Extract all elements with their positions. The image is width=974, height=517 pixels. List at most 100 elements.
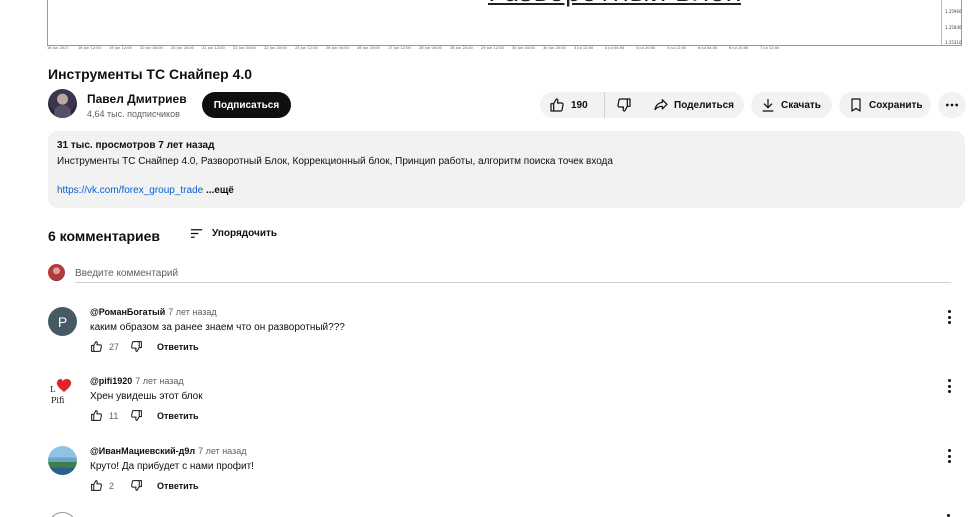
commenter-avatar[interactable] bbox=[48, 512, 77, 517]
time-tick: 4 Jul 04:00 bbox=[605, 46, 625, 50]
comment-item: @ИванМациевский-д9л 7 лет назад Круто! Да… bbox=[48, 446, 958, 508]
commenter-avatar[interactable] bbox=[48, 446, 77, 475]
comment-time[interactable]: 7 лет назад bbox=[198, 446, 246, 456]
save-button[interactable]: Сохранить bbox=[839, 92, 931, 118]
price-tick: 1.25310 bbox=[945, 40, 962, 45]
comment-text: каким образом за ранее знаем что он разв… bbox=[90, 322, 345, 333]
comment-author[interactable]: @РоманБогатый bbox=[90, 307, 165, 317]
comment-author-line: @ИванМациевский-д9л 7 лет назад bbox=[90, 446, 246, 456]
channel-name[interactable]: Павел Дмитриев bbox=[87, 92, 187, 106]
time-tick: 29 Jun 12:00 bbox=[481, 46, 504, 50]
time-tick: 4 Jul 20:00 bbox=[636, 46, 656, 50]
comment-text: Круто! Да прибудет с нами профит! bbox=[90, 461, 254, 472]
chart-price-axis: 1.25960 1.25840 1.25310 bbox=[941, 0, 963, 46]
current-user-avatar bbox=[48, 264, 65, 281]
video-title: Инструменты ТС Снайпер 4.0 bbox=[48, 66, 253, 82]
comment-like-count: 11 bbox=[109, 410, 119, 421]
show-more-button[interactable]: ...ещё bbox=[203, 185, 234, 196]
time-tick: 30 Jun 04:00 bbox=[512, 46, 535, 50]
time-tick: 22 Jun 04:00 bbox=[233, 46, 256, 50]
time-tick: 28 Jun 04:00 bbox=[419, 46, 442, 50]
thumb-down-icon[interactable] bbox=[130, 340, 143, 353]
time-tick: 27 Jun 12:00 bbox=[388, 46, 411, 50]
thumb-up-icon[interactable] bbox=[90, 409, 103, 422]
time-tick: 6 Jul 04:00 bbox=[698, 46, 718, 50]
bookmark-icon bbox=[851, 98, 861, 112]
sort-icon bbox=[190, 229, 203, 238]
reply-button[interactable]: Ответить bbox=[157, 481, 199, 491]
channel-row: Павел Дмитриев 4,64 тыс. подписчиков Под… bbox=[48, 89, 966, 121]
video-player[interactable]: Разворотный Блок 1.25960 1.25840 1.25310… bbox=[47, 0, 965, 52]
subscribe-button[interactable]: Подписаться bbox=[202, 92, 291, 118]
comment-actions: 2 Ответить bbox=[90, 479, 199, 492]
time-tick: 20 Jun 04:00 bbox=[140, 46, 163, 50]
share-button[interactable]: Поделиться bbox=[645, 92, 744, 118]
thumb-up-icon bbox=[550, 98, 564, 112]
svg-text:L: L bbox=[50, 385, 56, 394]
share-icon bbox=[654, 99, 668, 111]
like-count: 190 bbox=[571, 99, 588, 111]
thumb-down-icon[interactable] bbox=[130, 479, 143, 492]
time-tick: 6 Jul 20:00 bbox=[729, 46, 749, 50]
download-button[interactable]: Скачать bbox=[751, 92, 832, 118]
comment-text: Хрен увидешь этот блок bbox=[90, 391, 203, 402]
comment-actions: 11 Ответить bbox=[90, 409, 199, 422]
time-tick: 16 Jun 2017 bbox=[47, 46, 69, 50]
comment-author[interactable]: @ИванМациевский-д9л bbox=[90, 446, 195, 456]
save-label: Сохранить bbox=[869, 99, 923, 111]
time-tick: 23 Jun 12:00 bbox=[295, 46, 318, 50]
chart-time-axis: 16 Jun 2017 16 Jun 12:00 19 Jun 12:00 20 Ju… bbox=[47, 46, 807, 52]
more-vertical-icon[interactable] bbox=[942, 310, 956, 324]
thumb-down-icon[interactable] bbox=[130, 409, 143, 422]
more-actions-button[interactable] bbox=[938, 92, 966, 118]
more-vertical-icon[interactable] bbox=[942, 449, 956, 463]
comment-author-line: @РоманБогатый 7 лет назад bbox=[90, 307, 217, 317]
time-tick: 7 Jul 12:00 bbox=[760, 46, 780, 50]
commenter-avatar[interactable]: Р bbox=[48, 307, 77, 336]
description-text: Инструменты ТС Снайпер 4.0, Разворотный … bbox=[57, 156, 613, 167]
time-tick: 26 Jun 04:00 bbox=[326, 46, 349, 50]
comment-item: L Pifi @pifi1920 7 лет назад Хрен увидешь… bbox=[48, 376, 958, 438]
view-count-and-date: 31 тыс. просмотров 7 лет назад bbox=[57, 140, 215, 151]
comment-like-count: 27 bbox=[109, 341, 120, 352]
thumb-up-icon[interactable] bbox=[90, 479, 103, 492]
description-link[interactable]: https://vk.com/forex_group_trade bbox=[57, 185, 203, 196]
add-comment-input[interactable] bbox=[75, 264, 951, 283]
reply-button[interactable]: Ответить bbox=[157, 411, 199, 421]
video-frame[interactable]: Разворотный Блок 1.25960 1.25840 1.25310 bbox=[47, 0, 962, 46]
description-box[interactable]: 31 тыс. просмотров 7 лет назад Инструмен… bbox=[48, 131, 965, 208]
time-tick: 26 Jun 20:00 bbox=[357, 46, 380, 50]
comment-time[interactable]: 7 лет назад bbox=[168, 307, 216, 317]
download-icon bbox=[762, 99, 774, 112]
time-tick: 3 Jul 12:00 bbox=[574, 46, 594, 50]
download-label: Скачать bbox=[781, 99, 821, 111]
comment-actions: 27 Ответить bbox=[90, 340, 199, 353]
time-tick: 28 Jun 20:00 bbox=[450, 46, 473, 50]
subscriber-count: 4,64 тыс. подписчиков bbox=[87, 109, 180, 119]
video-overlay-title: Разворотный Блок bbox=[488, 0, 741, 8]
thumb-down-icon bbox=[617, 98, 631, 112]
thumb-up-icon[interactable] bbox=[90, 340, 103, 353]
time-tick: 19 Jun 12:00 bbox=[109, 46, 132, 50]
time-tick: 30 Jun 20:00 bbox=[543, 46, 566, 50]
commenter-avatar[interactable]: L Pifi bbox=[48, 376, 77, 405]
time-tick: 20 Jun 20:00 bbox=[171, 46, 194, 50]
sort-comments-button[interactable]: Упорядочить bbox=[189, 226, 277, 241]
price-tick: 1.25960 bbox=[945, 9, 962, 14]
reply-button[interactable]: Ответить bbox=[157, 342, 199, 352]
channel-avatar[interactable] bbox=[48, 89, 77, 118]
comments-count-header: 6 комментариев bbox=[48, 228, 161, 244]
pifi-logo-text: Pifi bbox=[51, 396, 65, 405]
time-tick: 21 Jun 12:00 bbox=[202, 46, 225, 50]
comment-time[interactable]: 7 лет назад bbox=[135, 376, 183, 386]
description-link-row: https://vk.com/forex_group_trade ...ещё bbox=[57, 185, 234, 196]
time-tick: 22 Jun 20:00 bbox=[264, 46, 287, 50]
dislike-button[interactable] bbox=[605, 92, 643, 118]
share-label: Поделиться bbox=[674, 99, 735, 111]
time-tick: 16 Jun 12:00 bbox=[78, 46, 101, 50]
more-horizontal-icon bbox=[946, 103, 958, 107]
comment-author[interactable]: @pifi1920 bbox=[90, 376, 132, 386]
comment-item: Р @РоманБогатый 7 лет назад каким образом… bbox=[48, 307, 958, 369]
like-button[interactable]: 190 bbox=[540, 92, 605, 118]
more-vertical-icon[interactable] bbox=[942, 379, 956, 393]
